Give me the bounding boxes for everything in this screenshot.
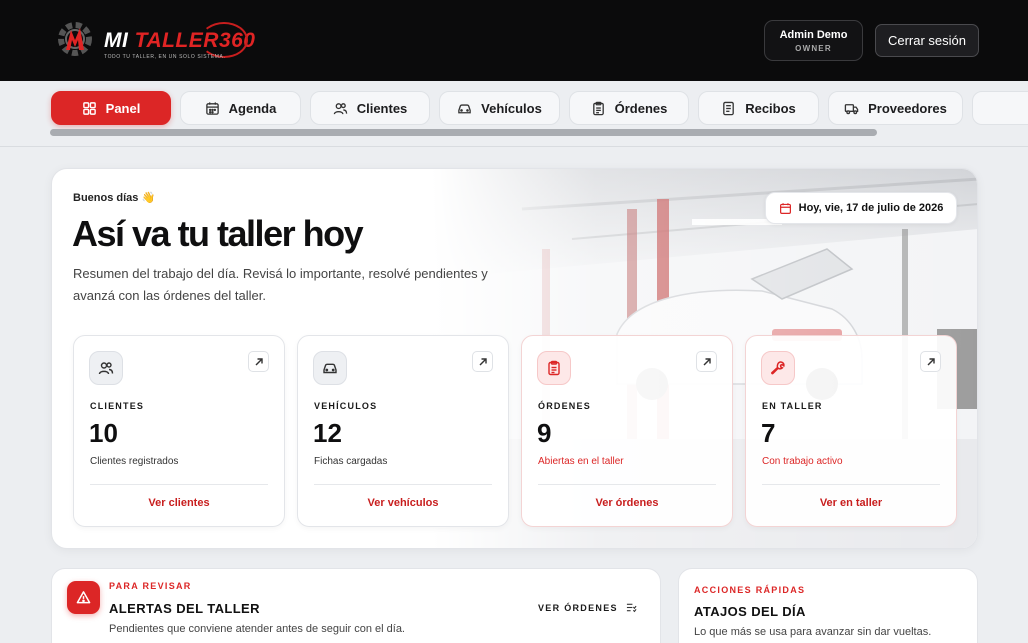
stat-icon — [537, 351, 571, 385]
tab-agenda[interactable]: Agenda — [180, 91, 301, 125]
stat-icon — [761, 351, 795, 385]
alerts-eyebrow: PARA REVISAR — [109, 581, 192, 591]
ver-vehiculos-link[interactable]: Ver vehículos — [298, 497, 508, 509]
stat-card-vehiculos[interactable]: VEHÍCULOS 12 Fichas cargadas Ver vehícul… — [297, 335, 509, 527]
arrow-up-right-icon — [703, 357, 711, 365]
stat-label: CLIENTES — [90, 401, 145, 411]
app-logo[interactable]: MI TALLER360 TODO TU TALLER, EN UN SOLO … — [54, 18, 255, 64]
main-nav: Panel Agenda Clientes Vehículos Órdenes … — [0, 81, 1028, 147]
page-title: Así va tu taller hoy — [72, 213, 364, 254]
quick-desc: Lo que más se usa para avanzar sin dar v… — [694, 626, 932, 638]
tab-label: Proveedores — [868, 100, 947, 116]
ver-ordenes-label: VER ÓRDENES — [538, 602, 618, 613]
truck-icon — [844, 103, 859, 114]
warning-triangle-icon — [76, 591, 91, 604]
ver-clientes-link[interactable]: Ver clientes — [74, 497, 284, 509]
alerts-title: ALERTAS DEL TALLER — [109, 601, 260, 616]
alert-badge — [67, 581, 100, 614]
clipboard-icon — [592, 101, 604, 115]
tab-vehiculos[interactable]: Vehículos — [439, 91, 560, 125]
date-badge: Hoy, vie, 17 de julio de 2026 — [765, 192, 957, 224]
arrow-up-right-icon — [927, 357, 935, 365]
nav-scrollbar[interactable] — [50, 129, 877, 136]
tab-label: Clientes — [356, 100, 408, 116]
tab-label: Agenda — [228, 100, 277, 116]
grid-icon — [82, 101, 96, 115]
tab-panel[interactable]: Panel — [51, 91, 171, 125]
stat-label: VEHÍCULOS — [314, 401, 378, 411]
arrow-up-right-icon — [479, 357, 487, 365]
stat-icon — [89, 351, 123, 385]
ver-ordenes-link[interactable]: Ver órdenes — [522, 497, 732, 509]
stat-desc: Con trabajo activo — [762, 456, 843, 467]
open-arrow-button[interactable] — [472, 351, 493, 372]
tab-label: Recibos — [745, 100, 796, 116]
users-icon — [333, 102, 347, 114]
logout-button[interactable]: Cerrar sesión — [875, 24, 979, 57]
tab-recibos[interactable]: Recibos — [698, 91, 819, 125]
list-check-icon — [626, 603, 637, 613]
open-arrow-button[interactable] — [248, 351, 269, 372]
open-arrow-button[interactable] — [696, 351, 717, 372]
divider — [762, 484, 940, 485]
stat-card-ordenes[interactable]: ÓRDENES 9 Abiertas en el taller Ver órde… — [521, 335, 733, 527]
quick-actions-card: ACCIONES RÁPIDAS ATAJOS DEL DÍA Lo que m… — [678, 568, 978, 643]
stat-value: 9 — [537, 418, 552, 448]
arrow-up-right-icon — [255, 357, 263, 365]
page-subtitle: Resumen del trabajo del día. Revisá lo i… — [73, 266, 488, 303]
gear-logo-icon — [58, 22, 92, 56]
quick-title: ATAJOS DEL DÍA — [694, 604, 806, 619]
users-icon — [98, 362, 114, 375]
user-role: OWNER — [795, 44, 832, 53]
user-name: Admin Demo — [779, 29, 848, 41]
stat-label: EN TALLER — [762, 401, 823, 411]
user-badge[interactable]: Admin Demo OWNER — [764, 20, 863, 61]
stat-value: 12 — [313, 418, 342, 448]
calendar-icon — [779, 202, 791, 214]
tab-more[interactable] — [972, 91, 1028, 125]
car-icon — [458, 103, 471, 113]
tab-clientes[interactable]: Clientes — [310, 91, 430, 125]
tab-proveedores[interactable]: Proveedores — [828, 91, 963, 125]
car-icon — [323, 363, 337, 374]
quick-eyebrow: ACCIONES RÁPIDAS — [694, 585, 806, 595]
clipboard-icon — [548, 360, 560, 376]
ver-ordenes-button[interactable]: VER ÓRDENES — [538, 602, 637, 613]
receipt-icon — [723, 101, 735, 115]
tab-ordenes[interactable]: Órdenes — [569, 91, 689, 125]
calendar-icon — [205, 101, 219, 115]
divider — [314, 484, 492, 485]
stat-desc: Abiertas en el taller — [538, 456, 624, 467]
stat-desc: Fichas cargadas — [314, 456, 388, 467]
dashboard-hero: Buenos días 👋 Así va tu taller hoy Resum… — [51, 168, 978, 549]
alerts-card: PARA REVISAR ALERTAS DEL TALLER Pendient… — [51, 568, 661, 643]
date-text: Hoy, vie, 17 de julio de 2026 — [798, 202, 944, 214]
greeting-text: Buenos días 👋 — [73, 192, 156, 204]
wrench-icon — [771, 361, 785, 375]
tab-label: Vehículos — [481, 100, 542, 116]
stat-card-en-taller[interactable]: EN TALLER 7 Con trabajo activo Ver en ta… — [745, 335, 957, 527]
stat-card-clientes[interactable]: CLIENTES 10 Clientes registrados Ver cli… — [73, 335, 285, 527]
stat-desc: Clientes registrados — [90, 456, 179, 467]
divider — [538, 484, 716, 485]
stat-icon — [313, 351, 347, 385]
top-bar: MI TALLER360 TODO TU TALLER, EN UN SOLO … — [0, 0, 1028, 81]
stat-label: ÓRDENES — [538, 401, 591, 411]
stat-value: 10 — [89, 418, 118, 448]
tab-label: Panel — [105, 100, 141, 116]
open-arrow-button[interactable] — [920, 351, 941, 372]
alerts-desc: Pendientes que conviene atender antes de… — [109, 623, 405, 635]
logo-ring — [200, 22, 248, 58]
divider — [90, 484, 268, 485]
ver-en-taller-link[interactable]: Ver en taller — [746, 497, 956, 509]
tab-label: Órdenes — [614, 100, 668, 116]
logo-tagline: TODO TU TALLER, EN UN SOLO SISTEMA. — [104, 54, 226, 60]
stat-value: 7 — [761, 418, 776, 448]
